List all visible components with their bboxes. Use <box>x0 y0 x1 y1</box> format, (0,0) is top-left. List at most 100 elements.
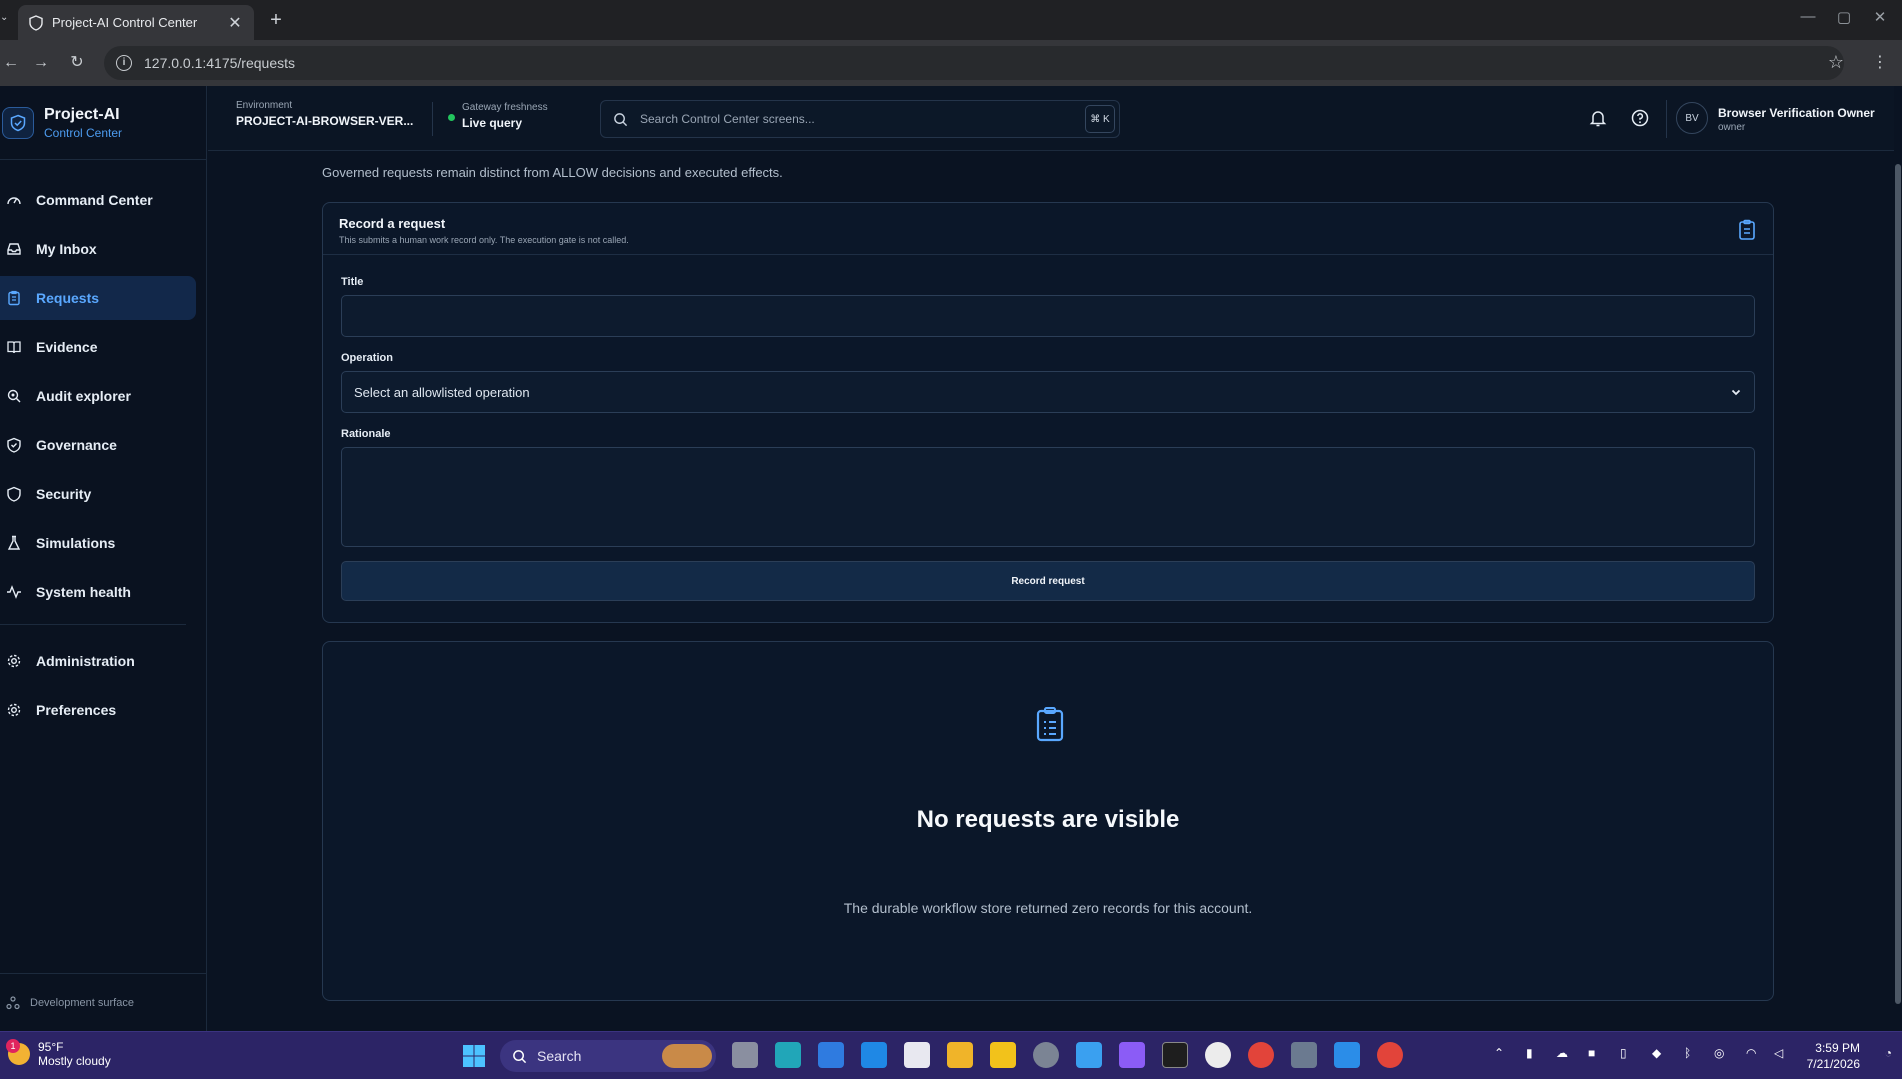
brand-logo-icon <box>2 106 34 139</box>
sidebar-item-label: Preferences <box>36 702 117 718</box>
sidebar-item-requests[interactable]: Requests <box>0 276 196 320</box>
shield-favicon-icon <box>29 14 43 31</box>
browser-tab[interactable]: Project-AI Control Center ✕ <box>18 5 254 40</box>
battery-icon[interactable]: ▮ <box>1526 1046 1533 1060</box>
bell-icon[interactable] <box>1588 108 1608 128</box>
sidebar-item-audit-explorer[interactable]: Audit explorer <box>0 374 196 418</box>
gauge-icon <box>7 197 21 205</box>
paint-app-icon[interactable] <box>1334 1042 1360 1068</box>
card-subtitle: This submits a human work record only. T… <box>339 235 629 245</box>
notepad-app-icon[interactable] <box>1076 1042 1102 1068</box>
taskbar-clock[interactable]: 3:59 PM 7/21/2026 <box>1807 1040 1860 1072</box>
site-info-icon[interactable]: i <box>116 55 132 71</box>
development-surface: Development surface <box>0 973 207 1031</box>
security-tray-icon[interactable]: ◆ <box>1652 1046 1661 1060</box>
keyboard-app-icon[interactable] <box>1291 1042 1317 1068</box>
chrome-app-icon-2[interactable] <box>1377 1042 1403 1068</box>
store-app-icon[interactable] <box>818 1042 844 1068</box>
taskbar-search-label: Search <box>537 1048 582 1064</box>
windows-start-icon[interactable] <box>462 1044 486 1068</box>
network-status-icon[interactable]: ◎ <box>1714 1046 1724 1060</box>
tab-list-icon[interactable]: ⌄ <box>0 12 12 28</box>
title-input[interactable] <box>341 295 1755 337</box>
bluetooth-icon[interactable]: ᛒ <box>1684 1046 1691 1060</box>
brand[interactable]: Project-AI Control Center <box>0 86 207 160</box>
user-role: owner <box>1718 122 1746 133</box>
card-title: Record a request <box>339 216 446 231</box>
inbox-icon <box>7 243 21 255</box>
help-icon[interactable] <box>1630 108 1650 128</box>
search-input[interactable]: Search Control Center screens... ⌘ K <box>600 100 1120 138</box>
clipboard-icon <box>1739 219 1755 240</box>
operation-select[interactable]: Select an allowlisted operation <box>341 371 1755 413</box>
maximize-button[interactable]: ▢ <box>1826 8 1862 26</box>
sidebar-item-preferences[interactable]: Preferences <box>0 688 196 732</box>
minimize-button[interactable]: — <box>1790 8 1826 25</box>
close-window-button[interactable]: ✕ <box>1862 8 1898 26</box>
sidebar-item-label: Evidence <box>36 339 98 355</box>
sidebar-item-label: System health <box>36 584 131 600</box>
sidebar-item-label: Security <box>36 486 92 502</box>
chrome-app-icon[interactable] <box>1248 1042 1274 1068</box>
chatgpt-app-icon[interactable] <box>1205 1042 1231 1068</box>
usb-icon[interactable]: ▯ <box>1620 1046 1627 1060</box>
clipboard-icon <box>8 290 20 306</box>
volume-icon[interactable]: ◁ <box>1774 1046 1783 1060</box>
task-view-icon[interactable] <box>732 1042 758 1068</box>
clock-time: 3:59 PM <box>1815 1041 1860 1055</box>
terminal-app-icon[interactable] <box>1162 1042 1188 1068</box>
weather-widget[interactable]: 1 95°F Mostly cloudy <box>6 1039 111 1068</box>
word-app-icon[interactable] <box>861 1042 887 1068</box>
new-tab-button[interactable]: + <box>264 8 288 32</box>
wifi-icon[interactable]: ◠ <box>1746 1046 1756 1060</box>
defender-icon[interactable]: ■ <box>1588 1046 1595 1060</box>
user-name: Browser Verification Owner <box>1718 106 1875 120</box>
reload-button[interactable]: ↻ <box>66 52 88 74</box>
file-explorer-icon[interactable] <box>947 1042 973 1068</box>
avatar[interactable]: BV <box>1676 102 1708 134</box>
search-placeholder: Search Control Center screens... <box>640 112 815 126</box>
tab-close-icon[interactable]: ✕ <box>226 13 244 33</box>
sidebar-item-evidence[interactable]: Evidence <box>0 325 196 369</box>
sidebar: Project-AI Control Center Command Center… <box>0 86 207 1031</box>
weather-condition: Mostly cloudy <box>38 1054 111 1068</box>
chevron-down-icon <box>1731 389 1741 396</box>
clipboard-icon <box>1036 707 1064 742</box>
address-bar[interactable]: i 127.0.0.1:4175/requests <box>104 46 1844 80</box>
sidebar-item-my-inbox[interactable]: My Inbox <box>0 227 196 271</box>
sidebar-item-administration[interactable]: Administration <box>0 639 196 683</box>
bookmark-star-icon[interactable]: ☆ <box>1828 52 1844 73</box>
os-taskbar: 1 95°F Mostly cloudy Search ⌃ ▮ ☁ ■ ▯ ◆ … <box>0 1031 1902 1079</box>
scrollbar-thumb[interactable] <box>1895 164 1901 1004</box>
m-app-icon[interactable] <box>990 1042 1016 1068</box>
tray-overflow-icon[interactable]: ⌃ <box>1494 1046 1504 1060</box>
sidebar-item-governance[interactable]: Governance <box>0 423 196 467</box>
main-content: Governed requests remain distinct from A… <box>208 151 1894 1031</box>
live-status-dot <box>448 114 455 121</box>
settings-app-icon[interactable] <box>1033 1042 1059 1068</box>
widgets-app-icon[interactable] <box>775 1042 801 1068</box>
onedrive-icon[interactable]: ☁ <box>1556 1046 1568 1060</box>
sidebar-item-label: Simulations <box>36 535 116 551</box>
sidebar-item-system-health[interactable]: System health <box>0 570 196 614</box>
obsidian-app-icon[interactable] <box>1119 1042 1145 1068</box>
card-header: Record a request This submits a human wo… <box>323 203 1773 255</box>
taskbar-search[interactable]: Search <box>500 1040 716 1072</box>
flask-icon <box>7 535 21 550</box>
sidebar-item-simulations[interactable]: Simulations <box>0 521 196 565</box>
record-request-button[interactable]: Record request <box>341 561 1755 601</box>
sidebar-item-security[interactable]: Security <box>0 472 196 516</box>
page-scrollbar[interactable] <box>1894 86 1902 1031</box>
app-root: Project-AI Control Center Command Center… <box>0 86 1902 1031</box>
gateway-freshness: Gateway freshness Live query <box>448 102 548 130</box>
shield-check-icon <box>7 437 21 453</box>
back-button[interactable]: ← <box>0 52 22 74</box>
browser-menu-icon[interactable]: ⋮ <box>1872 52 1888 72</box>
forward-button[interactable]: → <box>30 52 52 74</box>
record-request-card: Record a request This submits a human wo… <box>322 202 1774 623</box>
photos-app-icon[interactable] <box>904 1042 930 1068</box>
rationale-textarea[interactable] <box>341 447 1755 547</box>
notification-bell-icon[interactable]: ◔ <box>1885 1046 1892 1060</box>
user-menu[interactable]: Browser Verification Owner owner <box>1718 106 1875 133</box>
sidebar-item-command-center[interactable]: Command Center <box>0 178 196 222</box>
